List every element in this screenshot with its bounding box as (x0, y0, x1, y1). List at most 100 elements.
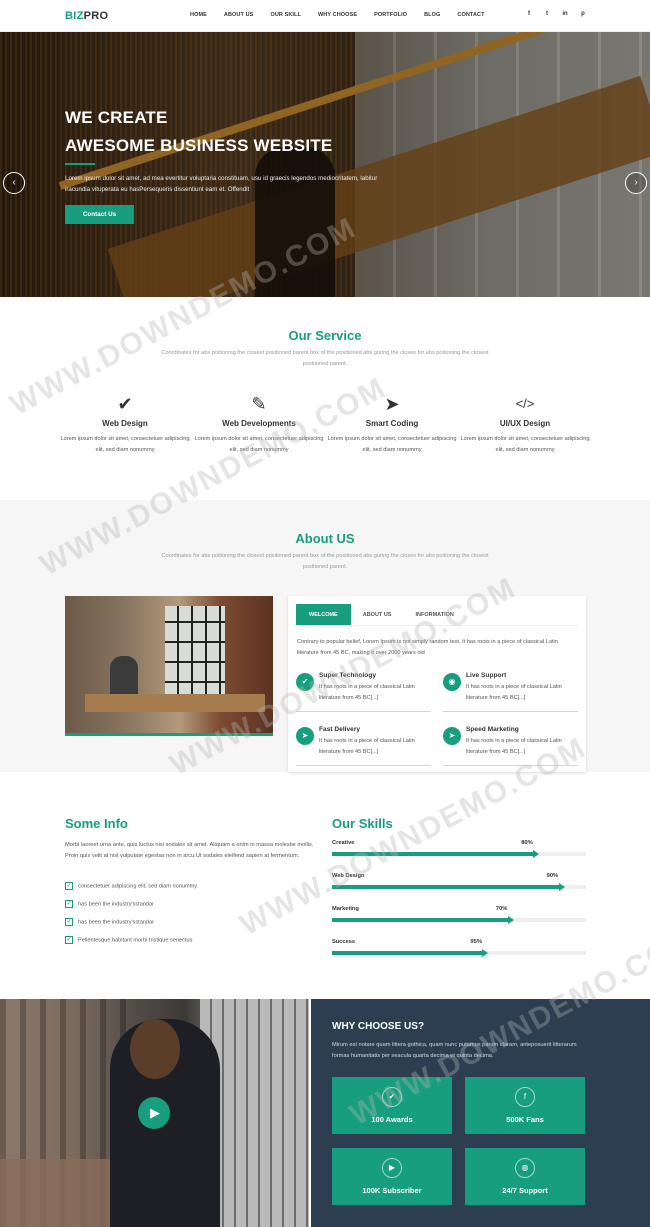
slider-next-icon[interactable]: › (625, 172, 647, 194)
info-title: Some Info (65, 816, 128, 831)
service-item: ✎ Web Developments Lorem ipsum dolor sit… (194, 392, 324, 456)
feature-item: ◉ Live Support It has roots in a piece o… (443, 672, 578, 712)
service-subtitle: Coordinates for abs poitioning the close… (161, 350, 489, 367)
stat-card: ◍ 24/7 Support (465, 1148, 585, 1205)
hero-overlay (0, 32, 650, 297)
support-icon: ◉ (443, 673, 461, 691)
tab-welcome[interactable]: WELCOME (296, 604, 351, 625)
paper-plane-icon: ➤ (296, 727, 314, 745)
facebook-icon[interactable]: f (520, 11, 538, 17)
twitter-icon[interactable]: t (538, 11, 556, 17)
about-title: About US (295, 531, 355, 546)
checkbox-icon: ✓ (65, 900, 73, 908)
stat-card: ▶ 100K Subscriber (332, 1148, 452, 1205)
service-item-title[interactable]: Smart Coding (327, 419, 457, 428)
about-tabs: WELCOME ABOUT US INFORMATION (296, 604, 578, 626)
menu-item-our-skill[interactable]: OUR SKILL (270, 12, 301, 18)
logo[interactable]: BIZPRO (65, 10, 108, 22)
menu-item-why-choose[interactable]: WHY CHOOSE (318, 12, 357, 18)
skill-fill (332, 883, 565, 891)
slider-prev-icon[interactable]: ‹ (3, 172, 25, 194)
photo-window-grid (165, 606, 225, 701)
stat-card: f 500K Fans (465, 1077, 585, 1134)
skill-bar: Web Design 90% (332, 873, 586, 891)
edit-icon: ✎ (251, 394, 267, 414)
feature-text: It has roots in a piece of classical Lat… (319, 738, 415, 755)
tab-information[interactable]: INFORMATION (403, 604, 465, 625)
skill-fill (332, 850, 540, 858)
stat-card-label: 24/7 Support (502, 1186, 548, 1195)
menu-item-about-us[interactable]: ABOUT US (224, 12, 254, 18)
tab-content-text: Contrary to popular belief, Lorem Ipsum … (297, 639, 558, 656)
about-tab-panel: WELCOME ABOUT US INFORMATION Contrary to… (288, 596, 586, 772)
logo-part-biz: BIZ (65, 10, 84, 22)
info-text: Morbi laoreet urna ante, quis luctus nis… (65, 842, 314, 859)
feature-text: It has roots in a piece of classical Lat… (319, 684, 415, 701)
pinterest-icon[interactable]: p (574, 11, 592, 17)
feature-title: Super Technology (319, 672, 377, 679)
feature-text: It has roots in a piece of classical Lat… (466, 738, 562, 755)
menu-item-portfolio[interactable]: PORTFOLIO (374, 12, 407, 18)
top-nav: BIZPRO HOME ABOUT US OUR SKILL WHY CHOOS… (0, 0, 650, 32)
service-item-title[interactable]: Web Design (60, 419, 190, 428)
service-item-text: Lorem ipsum dolor sit amet, consectetuer… (460, 436, 590, 453)
service-item-title[interactable]: UI/UX Design (460, 419, 590, 428)
hero-heading: WE CREATE AWESOME BUSINESS WEBSITE (65, 104, 332, 160)
office-photo (65, 596, 273, 736)
logo-part-pro: PRO (83, 10, 109, 22)
feature-title: Live Support (466, 672, 507, 679)
video-person-head (130, 1019, 180, 1079)
service-item-text: Lorem ipsum dolor sit amet, consectetuer… (194, 436, 324, 453)
service-item-text: Lorem ipsum dolor sit amet, consectetuer… (327, 436, 457, 453)
service-title: Our Service (288, 328, 362, 343)
skill-track (332, 850, 586, 858)
check-item: ✓ Pellentesque habitant morbi tristique s… (65, 936, 192, 944)
skill-track (332, 949, 586, 957)
check-item-label: Pellentesque habitant morbi tristique se… (78, 937, 193, 944)
feature-title: Speed Marketing (466, 726, 519, 733)
skill-name: Creative (332, 840, 355, 846)
hero-text: Lorem ipsum dolor sit amet, ad mea evert… (65, 175, 378, 193)
feature-item: ➤ Speed Marketing It has roots in a piec… (443, 726, 578, 766)
skill-fill (332, 949, 489, 957)
service-item: ➤ Smart Coding Lorem ipsum dolor sit ame… (327, 392, 457, 456)
skill-bar: Creative 80% (332, 840, 586, 858)
checkbox-icon: ✓ (65, 918, 73, 926)
contact-us-button[interactable]: Contact Us (65, 205, 134, 224)
service-item-title[interactable]: Web Developments (194, 419, 324, 428)
menu-item-home[interactable]: HOME (190, 12, 207, 18)
skill-bar: Marketing 70% (332, 906, 586, 924)
skill-percent: 95% (470, 939, 482, 945)
paper-plane-icon: ➤ (443, 727, 461, 745)
skill-percent: 90% (546, 873, 559, 879)
feature-text: It has roots in a piece of classical Lat… (466, 684, 562, 701)
service-item: ✔ Web Design Lorem ipsum dolor sit amet,… (60, 392, 190, 456)
tab-about-us[interactable]: ABOUT US (351, 604, 404, 625)
menu-item-contact[interactable]: CONTACT (457, 12, 484, 18)
why-text: Mirum est notare quam littera gothica, q… (332, 1042, 577, 1059)
photo-table (85, 694, 265, 712)
skill-percent: 70% (495, 906, 508, 912)
skill-fill (332, 916, 514, 924)
checkbox-icon: ✓ (65, 882, 73, 890)
hero-slider (0, 32, 650, 297)
skills-title: Our Skills (332, 816, 393, 831)
play-icon[interactable]: ▶ (138, 1097, 170, 1129)
why-title: WHY CHOOSE US? (332, 1021, 425, 1032)
menu-item-blog[interactable]: BLOG (424, 12, 440, 18)
check-item-label: consectetuer adipiscing elit, sed diam n… (78, 883, 198, 890)
feature-item: ➤ Fast Delivery It has roots in a piece … (296, 726, 431, 766)
hero-heading-line2: AWESOME BUSINESS WEBSITE (65, 136, 333, 155)
linkedin-icon[interactable]: in (556, 11, 574, 17)
feature-item: ✔ Super Technology It has roots in a pie… (296, 672, 431, 712)
skill-bar: Success 95% (332, 939, 586, 957)
code-icon: </> (515, 396, 535, 411)
feature-title: Fast Delivery (319, 726, 361, 733)
service-item: </> UI/UX Design Lorem ipsum dolor sit a… (460, 392, 590, 456)
check-item: ✓ consectetuer adipiscing elit, sed diam … (65, 882, 197, 890)
skill-track (332, 883, 586, 891)
check-item: ✓ has been the industry'sstandar (65, 900, 154, 908)
skill-track (332, 916, 586, 924)
main-menu: HOME ABOUT US OUR SKILL WHY CHOOSE PORTF… (190, 12, 502, 18)
skill-percent: 80% (521, 840, 533, 846)
